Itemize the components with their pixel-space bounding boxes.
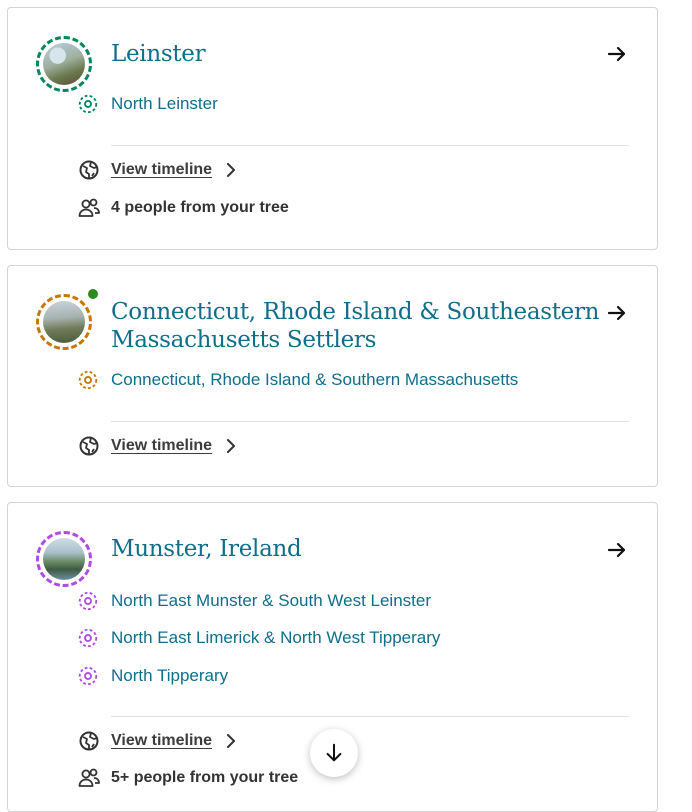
- new-update-dot: [87, 288, 99, 300]
- card-title[interactable]: Connecticut, Rhode Island & Southeastern…: [111, 298, 600, 354]
- landscape-photo: [43, 43, 85, 85]
- region-target-icon: [78, 370, 98, 390]
- card-title-line1: Connecticut, Rhode Island & Southeastern: [111, 299, 600, 325]
- avatar: [36, 294, 92, 350]
- globe-icon: [79, 160, 99, 180]
- arrow-right-icon[interactable]: [605, 538, 629, 562]
- globe-icon: [79, 731, 99, 751]
- timeline-row: View timeline: [79, 160, 238, 180]
- region-label: North Leinster: [111, 94, 218, 113]
- timeline-row: View timeline: [79, 731, 238, 751]
- arrow-down-icon: [326, 743, 342, 762]
- card-title-line2: Massachusetts Settlers: [111, 327, 377, 353]
- chevron-right-icon[interactable]: [224, 734, 238, 748]
- region-item[interactable]: North Leinster: [78, 94, 218, 114]
- avatar: [36, 531, 92, 587]
- region-target-icon: [78, 591, 98, 611]
- divider: [111, 716, 629, 717]
- ethnicity-card-leinster: Leinster North Leinster View timeline 4 …: [7, 7, 658, 250]
- timeline-row: View timeline: [79, 436, 238, 456]
- card-title[interactable]: Leinster: [111, 40, 206, 68]
- view-timeline-link[interactable]: View timeline: [111, 732, 212, 750]
- globe-icon: [79, 436, 99, 456]
- region-item[interactable]: North East Munster & South West Leinster: [78, 591, 431, 611]
- people-count: 4 people from your tree: [111, 199, 289, 216]
- people-row: 5+ people from your tree: [78, 768, 299, 787]
- region-item[interactable]: North Tipperary: [78, 666, 229, 686]
- arrow-right-icon[interactable]: [605, 42, 629, 66]
- divider: [111, 145, 629, 146]
- landscape-photo: [43, 301, 85, 343]
- people-count: 5+ people from your tree: [111, 769, 299, 786]
- region-target-icon: [78, 94, 98, 114]
- ethnicity-card-connecticut: Connecticut, Rhode Island & Southeastern…: [7, 265, 658, 487]
- region-label: North Tipperary: [111, 666, 229, 685]
- view-timeline-link[interactable]: View timeline: [111, 161, 212, 179]
- landscape-photo: [43, 538, 85, 580]
- view-timeline-link[interactable]: View timeline: [111, 437, 212, 455]
- region-label: North East Limerick & North West Tippera…: [111, 628, 441, 647]
- region-label: North East Munster & South West Leinster: [111, 591, 431, 610]
- card-title[interactable]: Munster, Ireland: [111, 535, 302, 563]
- people-row: 4 people from your tree: [78, 198, 289, 217]
- region-target-icon: [78, 628, 98, 648]
- scroll-down-button[interactable]: [310, 729, 358, 777]
- region-item[interactable]: Connecticut, Rhode Island & Southern Mas…: [78, 370, 519, 390]
- divider: [111, 421, 629, 422]
- region-item[interactable]: North East Limerick & North West Tippera…: [78, 628, 441, 648]
- avatar: [36, 36, 92, 92]
- region-target-icon: [78, 666, 98, 686]
- people-icon: [78, 768, 100, 787]
- arrow-right-icon[interactable]: [605, 301, 629, 325]
- chevron-right-icon[interactable]: [224, 439, 238, 453]
- region-label: Connecticut, Rhode Island & Southern Mas…: [111, 370, 519, 389]
- people-icon: [78, 198, 100, 217]
- chevron-right-icon[interactable]: [224, 163, 238, 177]
